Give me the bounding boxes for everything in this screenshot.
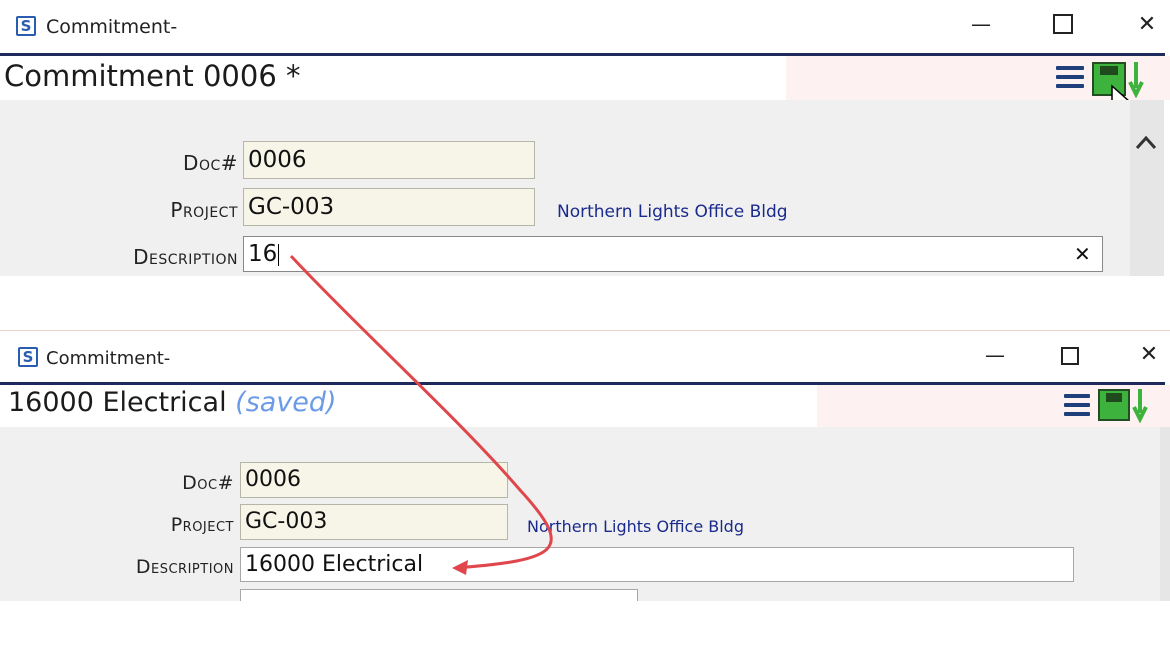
bottom-window-titlebar: S Commitment- — ✕: [0, 331, 1170, 383]
app-icon: S: [18, 347, 38, 367]
scrollbar[interactable]: [1160, 427, 1170, 601]
description-field[interactable]: 16: [243, 236, 1103, 272]
doc-label: Doc#: [183, 151, 238, 175]
scroll-up-icon[interactable]: [1130, 128, 1164, 158]
project-field[interactable]: GC-003: [243, 188, 535, 226]
saved-status: (saved): [235, 387, 337, 418]
record-title: 16000 Electrical: [8, 387, 227, 418]
page-title: 16000 Electrical (saved): [8, 387, 337, 418]
minimize-button[interactable]: —: [966, 12, 996, 36]
menu-icon[interactable]: [1064, 394, 1090, 421]
minimize-button[interactable]: —: [980, 343, 1010, 367]
maximize-button[interactable]: [1061, 347, 1079, 365]
app-icon: S: [16, 16, 36, 36]
text-caret: [278, 243, 280, 266]
project-label: Project: [170, 198, 238, 222]
doc-number-field[interactable]: 0006: [243, 141, 535, 179]
description-value: 16: [248, 241, 278, 267]
close-button[interactable]: ✕: [1132, 12, 1162, 37]
page-title: Commitment 0006 *: [4, 59, 301, 93]
project-link[interactable]: Northern Lights Office Bldg: [527, 517, 744, 536]
save-icon[interactable]: [1098, 389, 1130, 421]
maximize-button[interactable]: [1053, 14, 1073, 34]
window-title: Commitment-: [46, 348, 171, 369]
menu-icon[interactable]: [1056, 66, 1084, 93]
top-window-titlebar: S Commitment- — ✕: [0, 0, 1170, 52]
window-title: Commitment-: [46, 16, 178, 38]
project-label: Project: [170, 514, 234, 536]
doc-number-field[interactable]: 0006: [240, 462, 508, 498]
arrow-down-icon[interactable]: [1132, 387, 1150, 423]
close-button[interactable]: ✕: [1134, 342, 1164, 367]
bottom-window: S Commitment- — ✕ 16000 Electrical (save…: [0, 331, 1170, 601]
description-label: Description: [135, 556, 234, 578]
project-field[interactable]: GC-003: [240, 504, 508, 540]
scrollbar[interactable]: [1130, 100, 1164, 276]
clear-icon[interactable]: ✕: [1074, 242, 1091, 266]
description-field[interactable]: 16000 Electrical: [240, 547, 1074, 582]
top-window: S Commitment- — ✕ Commitment 0006 * Doc#…: [0, 0, 1170, 276]
project-link[interactable]: Northern Lights Office Bldg: [557, 202, 788, 222]
next-field[interactable]: [240, 589, 638, 601]
window-separator: [0, 276, 1170, 330]
doc-label: Doc#: [182, 472, 234, 494]
description-label: Description: [133, 245, 238, 269]
